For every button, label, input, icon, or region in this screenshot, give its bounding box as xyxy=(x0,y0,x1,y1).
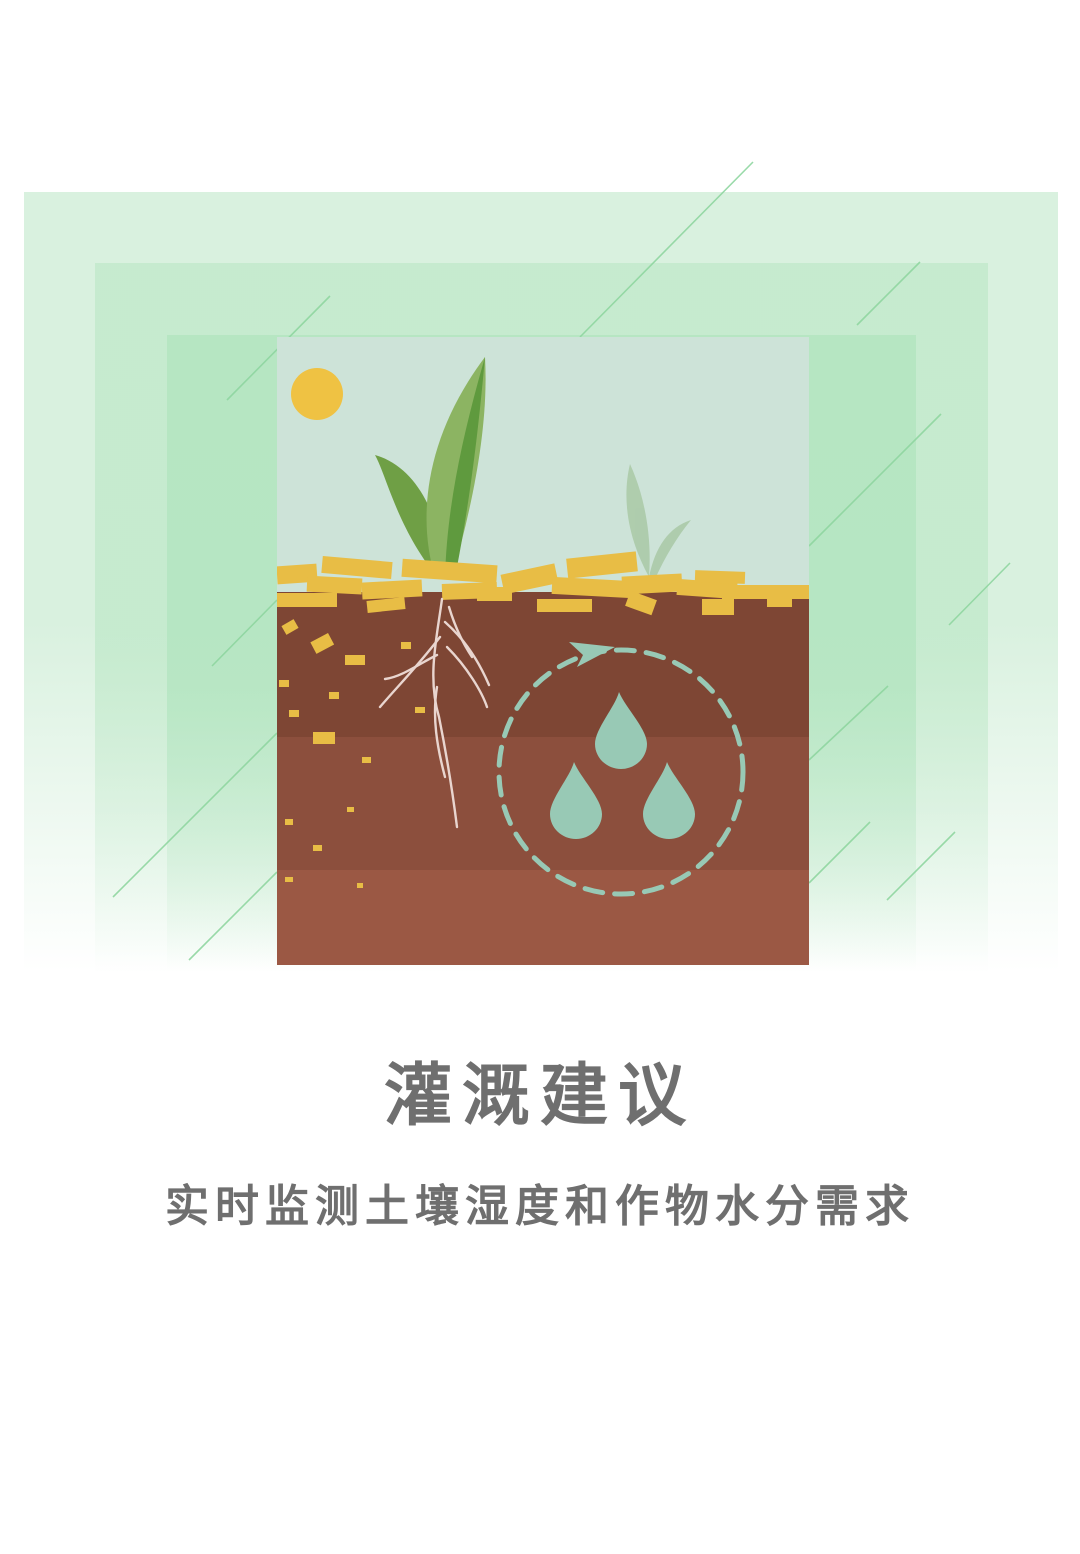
soil-layer-middle xyxy=(277,737,809,870)
sky-background xyxy=(277,337,809,597)
page-subtitle: 实时监测土壤湿度和作物水分需求 xyxy=(165,1181,915,1232)
soil-layer-bottom xyxy=(277,870,809,965)
page: 灌溉建议 实时监测土壤湿度和作物水分需求 xyxy=(0,0,1080,1554)
irrigation-illustration xyxy=(277,337,809,965)
sun-icon xyxy=(291,368,343,420)
page-title: 灌溉建议 xyxy=(383,1056,696,1136)
